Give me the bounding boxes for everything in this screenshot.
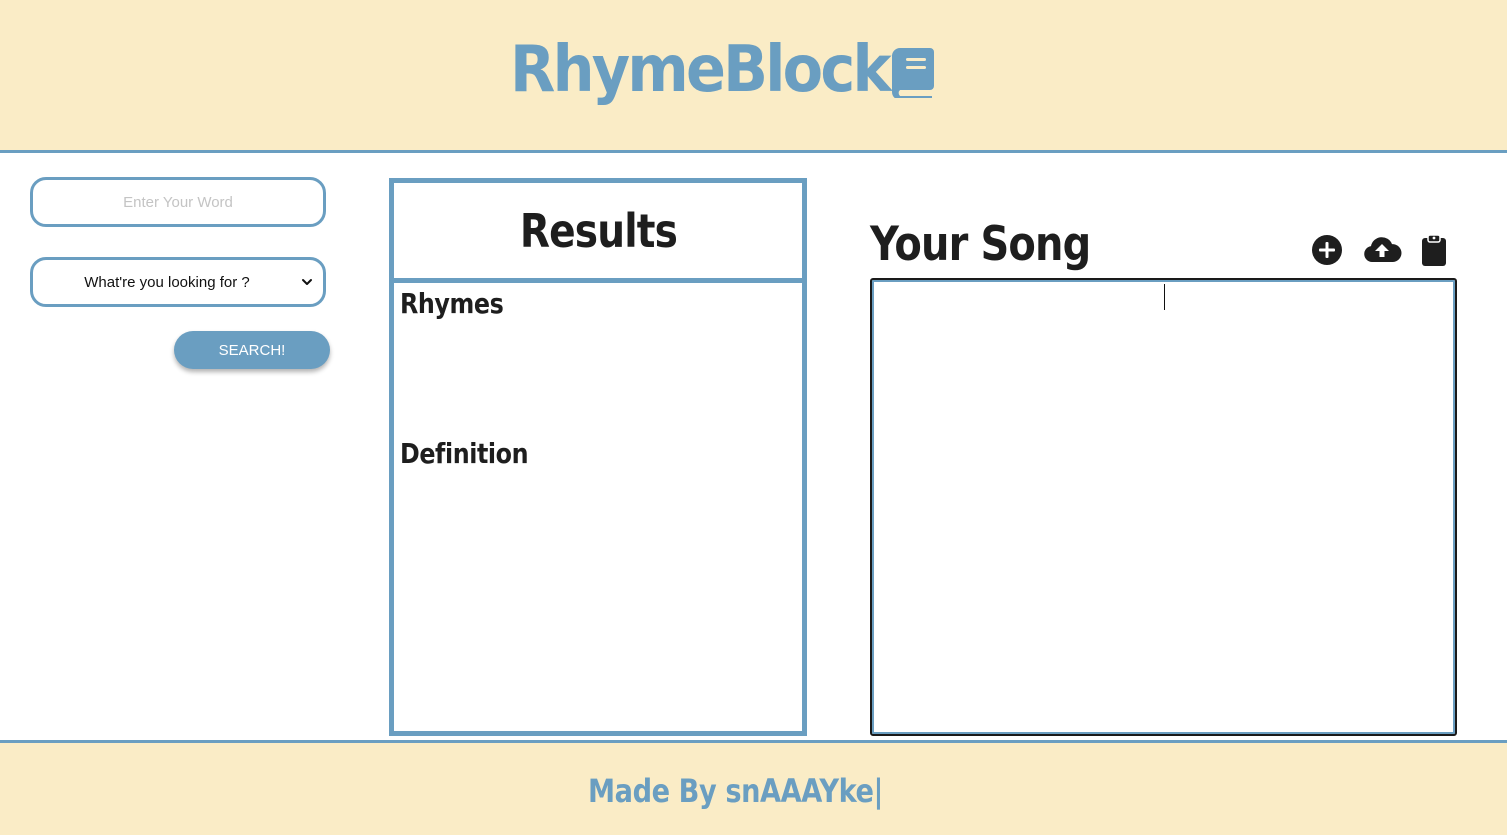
song-textarea[interactable] — [870, 278, 1457, 736]
upload-song-button[interactable] — [1362, 234, 1402, 269]
rhymes-heading: Rhymes — [400, 287, 504, 320]
search-button[interactable]: SEARCH! — [174, 331, 330, 369]
word-input[interactable] — [30, 177, 326, 227]
plus-circle-icon — [1312, 235, 1342, 265]
add-song-button[interactable] — [1311, 234, 1343, 269]
copy-song-button[interactable] — [1421, 234, 1447, 269]
page-header: RhymeBlock — [0, 0, 1507, 153]
brand: RhymeBlock — [510, 32, 934, 108]
results-panel: Results Rhymes Definition — [389, 178, 807, 736]
footer-credit: Made By snAAAYke| — [588, 772, 884, 810]
song-title: Your Song — [870, 217, 1091, 272]
definition-heading: Definition — [400, 437, 529, 470]
cloud-upload-icon — [1364, 237, 1402, 262]
chevron-down-icon — [302, 279, 312, 285]
results-header: Results — [394, 183, 802, 283]
page-footer: Made By snAAAYke| — [0, 740, 1507, 835]
text-caret — [1164, 284, 1165, 310]
results-title: Results — [519, 203, 677, 258]
search-type-select[interactable]: What're you looking for ? — [30, 257, 326, 307]
book-icon — [890, 44, 938, 100]
search-type-selected: What're you looking for ? — [84, 273, 250, 291]
app-title: RhymeBlock — [510, 33, 892, 107]
clipboard-icon — [1422, 234, 1446, 266]
